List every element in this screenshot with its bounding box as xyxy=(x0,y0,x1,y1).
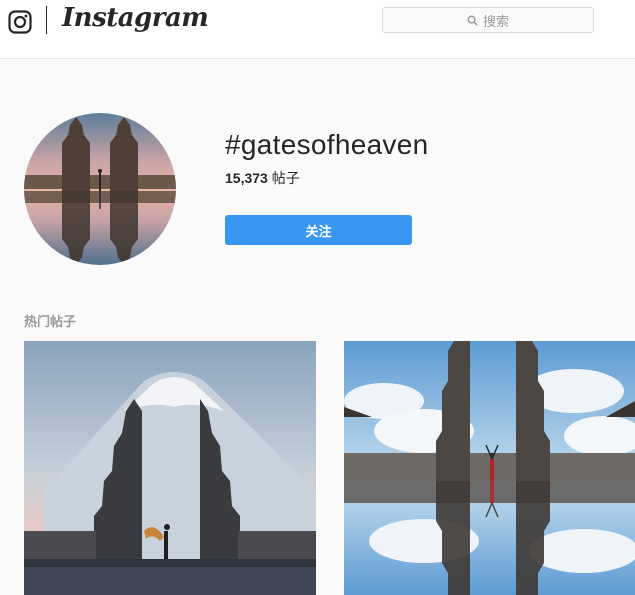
hashtag-title: #gatesofheaven xyxy=(225,129,429,160)
header-divider xyxy=(46,6,47,34)
hashtag-avatar xyxy=(24,113,176,265)
top-posts-title: 热门帖子 xyxy=(24,314,77,329)
post-count-suffix: 帖子 xyxy=(271,170,300,186)
post-thumbnail[interactable] xyxy=(344,341,635,595)
instagram-camera-icon[interactable] xyxy=(8,10,32,34)
follow-button[interactable]: 关注 xyxy=(225,215,412,245)
post-count-value: 15,373 xyxy=(225,170,268,186)
post-thumbnail[interactable] xyxy=(24,341,316,595)
search-placeholder: 搜索 xyxy=(482,13,509,29)
search-icon xyxy=(467,15,478,26)
search-input[interactable]: 搜索 xyxy=(382,7,594,33)
top-nav: Instagram 搜索 xyxy=(0,0,635,59)
instagram-logo[interactable]: Instagram xyxy=(62,3,209,33)
post-count: 15,373 帖子 xyxy=(225,168,300,188)
